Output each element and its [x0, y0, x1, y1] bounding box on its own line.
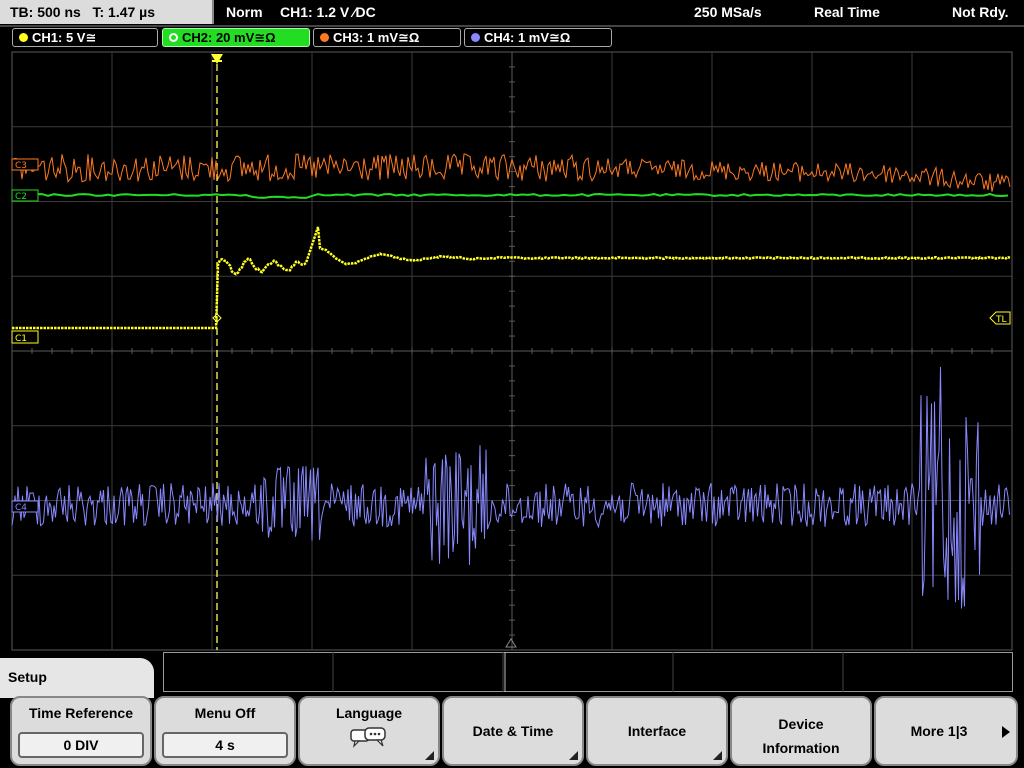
menu-off-value: 4 s — [162, 732, 288, 758]
sample-rate: 250 MSa/s — [694, 4, 762, 20]
ch1-label: CH1: 5 V≅ — [32, 30, 97, 45]
ch2-marker-label: C2 — [15, 192, 27, 202]
acquisition-state: Not Rdy. — [952, 4, 1009, 20]
more-label: More 1|3 — [910, 723, 968, 739]
ch2-dot-icon — [169, 33, 178, 42]
trigger-level-marker[interactable]: TL — [989, 311, 1011, 325]
menu-off-label: Menu Off — [194, 705, 256, 721]
ch4-dot-icon — [471, 33, 480, 42]
ch4-offset-marker[interactable]: C4 — [11, 500, 39, 513]
ch2-label: CH2: 20 mV≅Ω — [182, 30, 276, 45]
device-information-line2: Information — [762, 740, 840, 756]
ch1-offset-marker[interactable]: C1 — [11, 330, 39, 344]
trace-ch3 — [11, 153, 1011, 192]
speech-bubbles-icon — [350, 727, 386, 748]
more-key[interactable]: More 1|3 — [874, 696, 1018, 766]
trigger-mode[interactable]: Norm — [226, 0, 263, 24]
ch1-dot-icon — [19, 33, 28, 42]
device-information-key[interactable]: Device Information — [730, 696, 872, 766]
trace-ch2 — [11, 192, 1009, 199]
acquisition-mode: Real Time — [814, 4, 880, 20]
trigger-position-icon[interactable] — [211, 54, 223, 64]
trigger-level-label: TL — [995, 315, 1007, 325]
time-reference-value: 0 DIV — [18, 732, 144, 758]
time-reference-label: Time Reference — [28, 705, 133, 721]
right-arrow-icon — [1002, 726, 1010, 738]
language-label: Language — [335, 705, 403, 721]
ch2-offset-marker[interactable]: C2 — [11, 189, 39, 202]
channel-tab-ch2[interactable]: CH2: 20 mV≅Ω — [162, 28, 310, 47]
trigger-readout[interactable]: CH1: 1.2 V ∕DC — [280, 0, 376, 24]
timebase-readout[interactable]: TB: 500 ns T: 1.47 µs — [0, 0, 214, 24]
date-time-key[interactable]: Date & Time — [442, 696, 584, 766]
ch3-marker-label: C3 — [15, 161, 27, 171]
ch1-marker-label: C1 — [15, 334, 27, 344]
trace-ch1 — [12, 226, 1011, 330]
trigger-time-value: T: 1.47 µs — [92, 4, 156, 20]
status-bar: TB: 500 ns T: 1.47 µs Norm CH1: 1.2 V ∕D… — [0, 0, 1024, 24]
interface-label: Interface — [627, 723, 687, 739]
submenu-corner-icon — [713, 751, 722, 760]
overview-strip — [163, 652, 1013, 692]
interface-key[interactable]: Interface — [586, 696, 728, 766]
channel-tab-ch1[interactable]: CH1: 5 V≅ — [12, 28, 158, 47]
menu-title: Setup — [0, 658, 154, 698]
time-reference-key[interactable]: Time Reference 0 DIV — [10, 696, 152, 766]
ch4-label: CH4: 1 mV≅Ω — [484, 30, 571, 45]
device-information-line1: Device — [778, 716, 824, 732]
submenu-corner-icon — [425, 751, 434, 760]
menu-off-key[interactable]: Menu Off 4 s — [154, 696, 296, 766]
graticule — [11, 51, 1013, 651]
status-divider — [0, 25, 1024, 27]
channel-tab-ch3[interactable]: CH3: 1 mV≅Ω — [313, 28, 461, 47]
channel-tab-ch4[interactable]: CH4: 1 mV≅Ω — [464, 28, 612, 47]
language-key[interactable]: Language — [298, 696, 440, 766]
ch4-marker-label: C4 — [15, 503, 27, 513]
date-time-label: Date & Time — [472, 723, 554, 739]
submenu-corner-icon — [569, 751, 578, 760]
timebase-value: TB: 500 ns — [10, 4, 81, 20]
ch3-label: CH3: 1 mV≅Ω — [333, 30, 420, 45]
ch3-offset-marker[interactable]: C3 — [11, 158, 39, 171]
time-reference-icon — [505, 638, 517, 648]
ch3-dot-icon — [320, 33, 329, 42]
trace-ch4 — [11, 366, 1010, 609]
waveform-display[interactable]: C3 C2 C1 C4 TL — [0, 50, 1024, 654]
device-information-label: Device Information — [732, 712, 870, 760]
